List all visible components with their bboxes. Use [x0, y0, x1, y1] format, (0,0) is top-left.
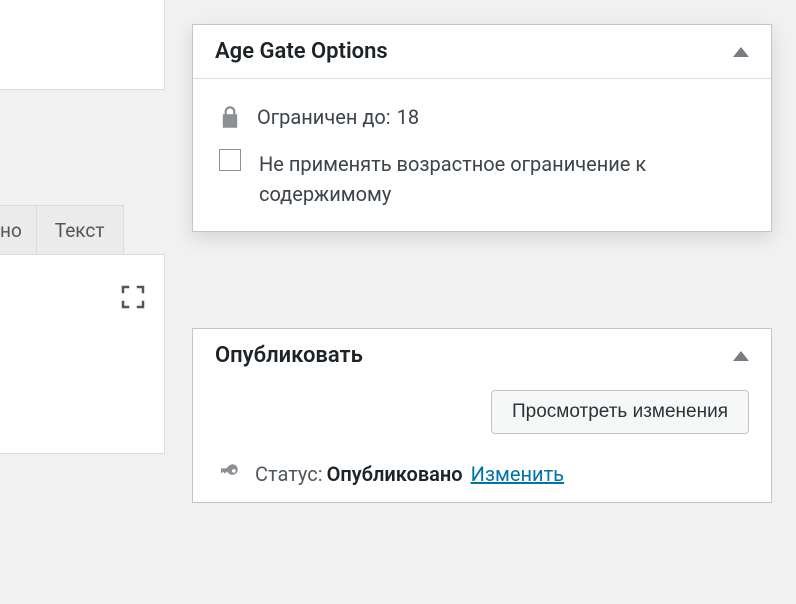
collapse-icon: [733, 351, 749, 361]
bypass-checkbox[interactable]: [219, 149, 241, 171]
status-value: Опубликовано: [327, 462, 463, 486]
restricted-label: Ограничен до:: [257, 105, 391, 129]
publish-body: Просмотреть изменения Статус: Опубликова…: [193, 382, 771, 502]
editor-tabs: но Текст: [0, 205, 124, 255]
bypass-label: Не применять возрастное ограничение к со…: [259, 149, 749, 209]
publish-postbox: Опубликовать Просмотреть изменения Стату…: [192, 328, 772, 503]
tab-text-label: Текст: [55, 219, 105, 242]
restricted-row: Ограничен до: 18: [215, 105, 749, 129]
publish-header[interactable]: Опубликовать: [193, 329, 771, 382]
age-gate-title: Age Gate Options: [215, 39, 388, 64]
status-edit-link[interactable]: Изменить: [471, 462, 564, 486]
age-gate-header[interactable]: Age Gate Options: [193, 25, 771, 79]
editor-left-panel: но Текст: [0, 0, 170, 604]
key-icon: [221, 462, 239, 486]
bypass-checkbox-row[interactable]: Не применять возрастное ограничение к со…: [215, 149, 749, 209]
tab-visual-label: но: [0, 219, 22, 242]
age-gate-body: Ограничен до: 18 Не применять возрастное…: [193, 79, 771, 231]
fullscreen-icon[interactable]: [118, 282, 148, 312]
preview-changes-button[interactable]: Просмотреть изменения: [491, 390, 749, 434]
tab-visual[interactable]: но: [0, 205, 37, 255]
lock-icon: [221, 106, 239, 128]
status-label: Статус:: [255, 462, 323, 486]
status-row: Статус: Опубликовано Изменить: [215, 456, 749, 492]
title-input-box[interactable]: [0, 0, 165, 90]
preview-row: Просмотреть изменения: [215, 382, 749, 456]
collapse-icon: [733, 47, 749, 57]
restricted-value: 18: [397, 105, 419, 129]
publish-title: Опубликовать: [215, 343, 363, 368]
tab-text[interactable]: Текст: [36, 205, 124, 255]
age-gate-postbox: Age Gate Options Ограничен до: 18 Не при…: [192, 24, 772, 232]
